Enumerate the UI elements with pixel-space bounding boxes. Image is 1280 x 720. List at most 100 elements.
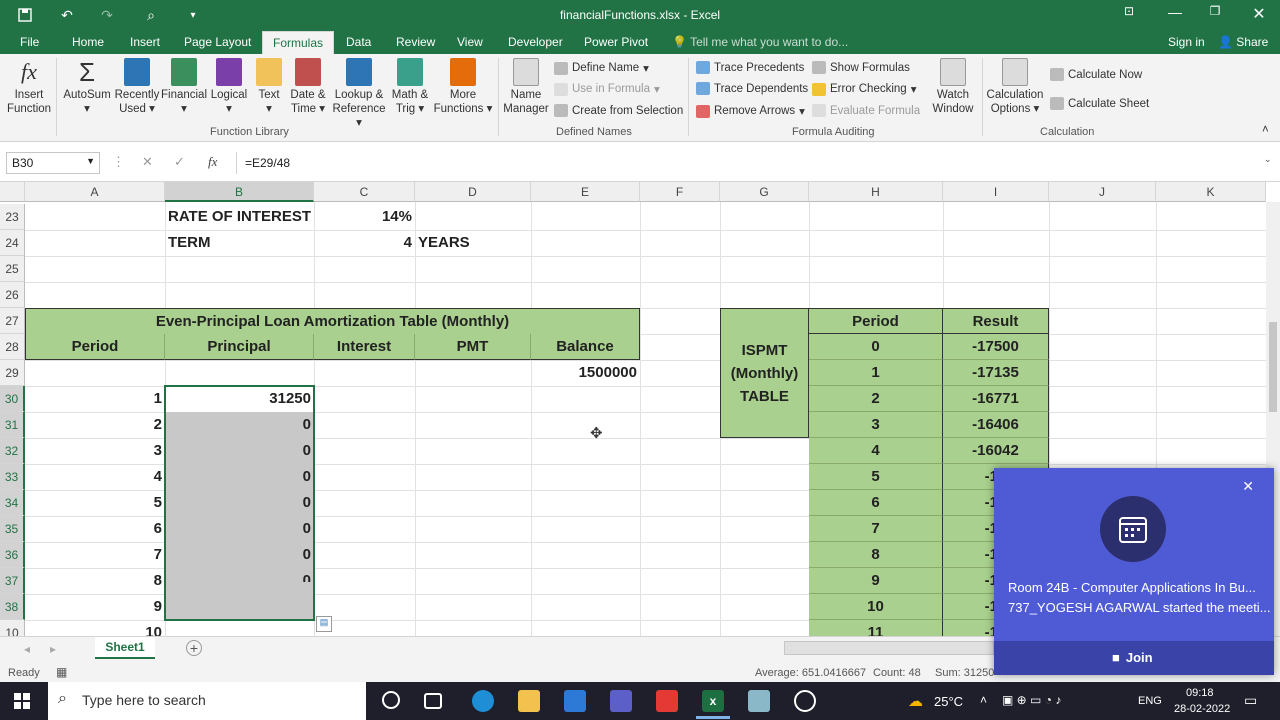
principal-cell[interactable]: 31250 xyxy=(165,386,314,412)
cortana-icon[interactable] xyxy=(382,691,400,709)
ispmt-result-cell[interactable]: -16406 xyxy=(943,412,1049,438)
column-header-j[interactable]: J xyxy=(1049,182,1156,202)
text-button[interactable]: Text ▾ xyxy=(252,58,286,116)
column-header-e[interactable]: E xyxy=(531,182,640,202)
tab-power-pivot[interactable]: Power Pivot xyxy=(584,35,648,49)
header-period-cell[interactable]: Period xyxy=(25,334,165,360)
tab-developer[interactable]: Developer xyxy=(508,35,563,49)
expand-formula-icon[interactable]: ⌄ xyxy=(1264,154,1272,165)
trace-dependents-button[interactable]: Trace Dependents xyxy=(696,82,808,95)
amortization-title-cell[interactable]: Even-Principal Loan Amortization Table (… xyxy=(25,308,640,335)
period-cell[interactable]: 1 xyxy=(25,386,165,412)
calculate-now-button[interactable]: Calculate Now xyxy=(1050,68,1142,81)
weather-temp[interactable]: 25°C xyxy=(934,694,963,709)
trace-precedents-button[interactable]: Trace Precedents xyxy=(696,61,804,74)
ispmt-period-cell[interactable]: 8 xyxy=(809,542,943,568)
row-header-28[interactable]: 28 xyxy=(0,334,25,360)
next-sheet-icon[interactable]: ▸ xyxy=(50,642,56,656)
math-trig-button[interactable]: Math & Trig ▾ xyxy=(388,58,432,116)
principal-cell[interactable]: 0 xyxy=(165,516,314,542)
row-header-27[interactable]: 27 xyxy=(0,308,25,334)
ispmt-period-cell[interactable]: 11 xyxy=(809,620,943,636)
meeting-notification[interactable]: ✕ Room 24B - Computer Applications In Bu… xyxy=(994,468,1274,675)
row-header-33[interactable]: 33 xyxy=(0,464,25,490)
chrome-icon[interactable] xyxy=(794,690,816,712)
row-header-31[interactable]: 31 xyxy=(0,412,25,438)
column-header-h[interactable]: H xyxy=(809,182,943,202)
tab-view[interactable]: View xyxy=(457,35,483,49)
header-principal-cell[interactable]: Principal xyxy=(165,334,314,360)
quick-analysis-icon[interactable]: ▤ xyxy=(316,616,332,632)
tab-formulas[interactable]: Formulas xyxy=(262,31,335,54)
remove-arrows-button[interactable]: Remove Arrows ▾ xyxy=(696,104,805,118)
row-header-38[interactable]: 38 xyxy=(0,594,25,620)
row-header-37[interactable]: 37 xyxy=(0,568,25,594)
row-header-34[interactable]: 34 xyxy=(0,490,25,516)
task-view-icon[interactable] xyxy=(424,693,442,709)
clock-time[interactable]: 09:18 xyxy=(1186,687,1214,699)
principal-cell[interactable]: 0 xyxy=(165,438,314,464)
principal-cell[interactable]: 0 xyxy=(165,542,314,568)
enter-icon[interactable]: ✓ xyxy=(174,154,185,170)
notification-center-icon[interactable]: ▭ xyxy=(1244,692,1257,709)
row-header-23[interactable]: 23 xyxy=(0,204,25,230)
name-manager-button[interactable]: Name Manager xyxy=(502,58,550,116)
sheet-tab-sheet1[interactable]: Sheet1 xyxy=(95,637,155,659)
chevron-down-icon[interactable]: ▼ xyxy=(86,156,95,166)
period-cell[interactable]: 7 xyxy=(25,542,165,568)
macro-record-icon[interactable]: ▦ xyxy=(56,665,67,679)
weather-icon[interactable]: ☁ xyxy=(908,692,923,710)
row-header-32[interactable]: 32 xyxy=(0,438,25,464)
header-balance-cell[interactable]: Balance xyxy=(531,334,640,360)
ispmt-period-cell[interactable]: 6 xyxy=(809,490,943,516)
period-cell[interactable]: 10 xyxy=(25,620,165,636)
join-button[interactable]: ■ Join xyxy=(994,641,1274,675)
period-cell[interactable]: 6 xyxy=(25,516,165,542)
period-cell[interactable]: 8 xyxy=(25,568,165,594)
row-header-24[interactable]: 24 xyxy=(0,230,25,256)
principal-cell[interactable]: 0 xyxy=(165,490,314,516)
share-button[interactable]: 👤 Share xyxy=(1218,35,1268,49)
tab-home[interactable]: Home xyxy=(72,35,104,49)
ispmt-period-cell[interactable]: 0 xyxy=(809,334,943,360)
principal-cell[interactable]: 0 xyxy=(165,568,314,582)
tray-icons[interactable]: ▣ ⊕ ▭ ◔ ♪ xyxy=(1002,693,1061,707)
row-header-30[interactable]: 30 xyxy=(0,386,25,412)
ispmt-period-cell[interactable]: 2 xyxy=(809,386,943,412)
collapse-ribbon-icon[interactable]: ˄ xyxy=(1262,124,1269,136)
ispmt-result-cell[interactable]: -16771 xyxy=(943,386,1049,412)
app-icon[interactable] xyxy=(748,690,770,712)
mail-icon[interactable] xyxy=(564,690,586,712)
balance-start-cell[interactable]: 1500000 xyxy=(531,360,640,386)
teams-icon[interactable] xyxy=(610,690,632,712)
row-header-25[interactable]: 25 xyxy=(0,256,25,282)
ispmt-period-cell[interactable]: 3 xyxy=(809,412,943,438)
file-explorer-icon[interactable] xyxy=(518,690,540,712)
tab-review[interactable]: Review xyxy=(396,35,435,49)
period-cell[interactable]: 3 xyxy=(25,438,165,464)
minimize-button[interactable]: — xyxy=(1160,4,1190,26)
column-header-i[interactable]: I xyxy=(943,182,1049,202)
close-icon[interactable]: ✕ xyxy=(1242,478,1254,495)
header-pmt-cell[interactable]: PMT xyxy=(415,334,531,360)
cancel-icon[interactable]: ✕ xyxy=(142,154,153,170)
windows-start-icon[interactable] xyxy=(14,693,30,712)
restore-button[interactable]: ❐ xyxy=(1200,4,1230,26)
create-from-selection-button[interactable]: Create from Selection xyxy=(554,104,683,117)
ispmt-header-result[interactable]: Result xyxy=(943,308,1049,334)
term-unit-cell[interactable]: YEARS xyxy=(415,230,531,256)
lookup-reference-button[interactable]: Lookup & Reference ▾ xyxy=(330,58,388,130)
clock-date[interactable]: 28-02-2022 xyxy=(1174,703,1230,715)
sign-in-link[interactable]: Sign in xyxy=(1168,35,1205,49)
tab-file[interactable]: File xyxy=(20,35,39,49)
edge-icon[interactable] xyxy=(472,690,494,712)
term-value-cell[interactable]: 4 xyxy=(314,230,415,256)
column-header-d[interactable]: D xyxy=(415,182,531,202)
ispmt-title-cell[interactable]: ISPMT (Monthly) TABLE xyxy=(720,308,809,438)
rate-label-cell[interactable]: RATE OF INTEREST xyxy=(165,204,314,230)
show-formulas-button[interactable]: Show Formulas xyxy=(812,61,910,74)
row-header-29[interactable]: 29 xyxy=(0,360,25,386)
ispmt-result-cell[interactable]: -17135 xyxy=(943,360,1049,386)
prev-sheet-icon[interactable]: ◂ xyxy=(24,642,30,656)
app-grid-icon[interactable] xyxy=(656,690,678,712)
